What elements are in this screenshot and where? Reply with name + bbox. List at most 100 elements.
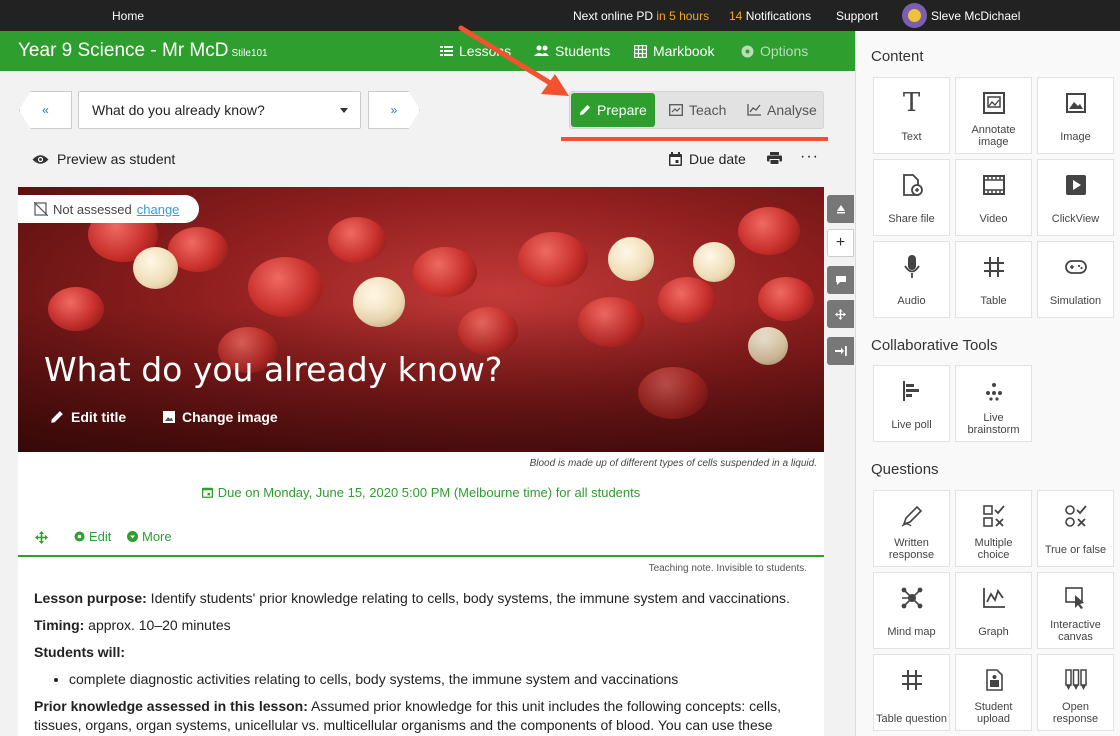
preview-as-student-button[interactable]: Preview as student [32, 151, 175, 167]
mode-prepare-label: Prepare [597, 102, 647, 118]
blood-cell [133, 247, 178, 289]
home-link[interactable]: Home [112, 9, 144, 23]
comment-icon [835, 275, 846, 285]
change-image-button[interactable]: Change image [163, 409, 278, 425]
collapse-icon [834, 346, 847, 356]
due-text: Due on Monday, June 15, 2020 5:00 PM (Me… [217, 485, 641, 500]
nav-markbook[interactable]: Markbook [634, 43, 714, 59]
due-date-label: Due date [689, 151, 746, 167]
tile-graph[interactable]: Graph [955, 572, 1032, 649]
more-block-label: More [142, 529, 172, 544]
lessons-icon [440, 46, 453, 56]
tile-table[interactable]: Table [955, 241, 1032, 318]
tile-text[interactable]: T Text [873, 77, 950, 154]
objectives-list: complete diagnostic activities relating … [69, 666, 810, 693]
annotate-image-icon [956, 90, 1031, 116]
next-pd-link[interactable]: Next online PD in 5 hours [573, 9, 709, 23]
timing-text: approx. 10–20 minutes [84, 617, 231, 633]
tile-image[interactable]: Image [1037, 77, 1114, 154]
change-assessment-link[interactable]: change [137, 202, 180, 217]
tile-multiple-choice[interactable]: Multiple choice [955, 490, 1032, 567]
user-menu[interactable]: Sleve McDichael [902, 3, 1020, 28]
user-name: Sleve McDichael [931, 8, 1021, 23]
side-tab-add[interactable]: + [827, 229, 854, 257]
side-tab-top[interactable] [827, 195, 854, 223]
edit-title-button[interactable]: Edit title [50, 409, 126, 425]
next-lesson-button[interactable]: » [368, 91, 420, 129]
tile-table-question[interactable]: Table question [873, 654, 950, 731]
due-notice: Due on Monday, June 15, 2020 5:00 PM (Me… [18, 485, 824, 501]
graph-icon [956, 585, 1031, 611]
tile-audio[interactable]: Audio [873, 241, 950, 318]
tile-live-brainstorm[interactable]: Live brainstorm [955, 365, 1032, 442]
tile-simulation[interactable]: Simulation [1037, 241, 1114, 318]
tile-true-or-false[interactable]: True or false [1037, 490, 1114, 567]
side-tab-comments[interactable] [827, 266, 854, 294]
move-icon[interactable] [35, 531, 48, 544]
tile-label: Share file [888, 213, 935, 225]
lesson-card: Not assessed change What do you already … [18, 187, 824, 736]
mode-teach[interactable]: Teach [669, 93, 726, 127]
teach-icon [669, 104, 683, 116]
nav-options-label: Options [760, 43, 809, 59]
teaching-note-label: Teaching note. Invisible to students. [648, 563, 807, 574]
analyse-icon [747, 104, 761, 116]
tile-student-upload[interactable]: Student upload [955, 654, 1032, 731]
tile-label: Mind map [887, 626, 936, 638]
tile-label: Video [979, 213, 1008, 225]
prior-label: Prior knowledge assessed in this lesson: [34, 698, 308, 714]
tile-label: Annotate image [971, 124, 1016, 148]
annotation-underline [561, 137, 828, 141]
more-options-button[interactable]: ··· [800, 148, 819, 166]
tile-annotate-image[interactable]: Annotate image [955, 77, 1032, 154]
support-link[interactable]: Support [836, 9, 878, 23]
tile-label: Student upload [974, 701, 1013, 725]
due-date-button[interactable]: Due date [669, 151, 746, 167]
lesson-select[interactable]: What do you already know? [78, 91, 361, 129]
previous-lesson-button[interactable]: « [19, 91, 72, 129]
tile-clickview[interactable]: ClickView [1037, 159, 1114, 236]
side-tab-move[interactable] [827, 300, 854, 328]
brainstorm-icon [956, 378, 1031, 404]
not-assessed-icon [34, 202, 48, 216]
class-title[interactable]: Year 9 Science - Mr McD Stile101 [18, 40, 268, 62]
pen-icon [874, 503, 949, 529]
content-panel: Content T Text Annotate image Image Share… [855, 31, 1120, 736]
eye-icon [32, 154, 49, 164]
edit-block-button[interactable]: Edit [74, 529, 111, 544]
tile-mind-map[interactable]: Mind map [873, 572, 950, 649]
class-header: Year 9 Science - Mr McD Stile101 Lessons … [0, 31, 855, 71]
tile-live-poll[interactable]: Live poll [873, 365, 950, 442]
purpose-text: Identify students' prior knowledge relat… [146, 590, 790, 606]
blood-cell [608, 237, 654, 281]
nav-options[interactable]: Options [741, 43, 808, 59]
lesson-select-value: What do you already know? [92, 102, 265, 118]
blood-cell [693, 242, 735, 282]
gamepad-icon [1038, 254, 1113, 280]
side-tab-collapse[interactable] [827, 337, 854, 365]
print-icon[interactable] [767, 152, 782, 165]
plus-icon: + [835, 234, 846, 251]
tile-interactive-canvas[interactable]: Interactive canvas [1037, 572, 1114, 649]
avatar [902, 3, 927, 28]
tile-open-response[interactable]: Open response [1037, 654, 1114, 731]
class-name: Year 9 Science - Mr McD [18, 40, 229, 61]
change-image-label: Change image [182, 409, 278, 425]
nav-markbook-label: Markbook [653, 43, 715, 59]
upload-icon [956, 667, 1031, 693]
more-block-button[interactable]: More [127, 529, 172, 544]
mode-analyse[interactable]: Analyse [747, 93, 817, 127]
edit-title-label: Edit title [71, 409, 127, 425]
image-icon [163, 411, 175, 423]
timing-label: Timing: [34, 617, 85, 633]
notifications-link[interactable]: 14 Notifications [729, 9, 811, 23]
tile-video[interactable]: Video [955, 159, 1032, 236]
open-response-icon [1038, 667, 1113, 693]
tile-written-response[interactable]: Written response [873, 490, 950, 567]
chevron-down-icon [127, 531, 138, 542]
move-icon [835, 308, 846, 320]
tile-share-file[interactable]: Share file [873, 159, 950, 236]
mode-analyse-label: Analyse [767, 102, 817, 118]
blood-cell [413, 247, 477, 297]
multiple-choice-icon [956, 503, 1031, 529]
